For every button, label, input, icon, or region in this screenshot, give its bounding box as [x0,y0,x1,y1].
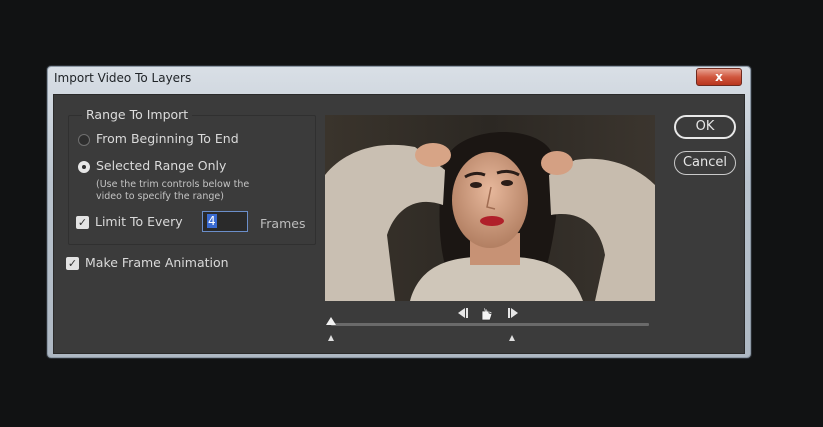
hint-line-1: (Use the trim controls below the [96,179,250,190]
ok-button[interactable]: OK [674,115,736,139]
radio-selected-range[interactable] [78,161,90,173]
frames-unit-label: Frames [260,216,306,231]
preview-frame-image [325,115,655,301]
frame-interval-input[interactable]: 4 [202,211,248,232]
limit-label[interactable]: Limit To Every [95,214,183,229]
playhead-icon[interactable] [326,317,336,325]
title-bar[interactable]: Import Video To Layers x [48,67,750,91]
close-icon: x [715,70,723,84]
playback-controls [454,305,534,321]
dialog-title: Import Video To Layers [54,71,192,85]
close-button[interactable]: x [696,68,742,86]
hand-cursor-icon [481,308,493,321]
hint-line-2: video to specify the range) [96,191,224,202]
step-forward-icon[interactable] [508,308,518,318]
radio-from-beginning-label[interactable]: From Beginning To End [96,131,239,146]
step-back-icon[interactable] [458,308,468,318]
import-video-dialog: Import Video To Layers x Range To Import… [47,66,751,358]
radio-from-beginning[interactable] [78,134,90,146]
frame-animation-checkbox[interactable]: ✓ [66,257,79,270]
limit-checkbox[interactable]: ✓ [76,216,89,229]
cancel-button[interactable]: Cancel [674,151,736,175]
timeline-track[interactable] [331,323,649,326]
frame-interval-value: 4 [207,214,217,228]
trim-end-icon[interactable] [509,335,515,341]
trim-start-icon[interactable] [328,335,334,341]
range-group-title: Range To Import [82,107,193,122]
video-preview [325,115,655,301]
radio-selected-range-label[interactable]: Selected Range Only [96,158,226,173]
playback-controls-svg [458,308,518,321]
frame-animation-label[interactable]: Make Frame Animation [85,255,229,270]
dialog-body: Range To Import From Beginning To End Se… [53,94,745,354]
